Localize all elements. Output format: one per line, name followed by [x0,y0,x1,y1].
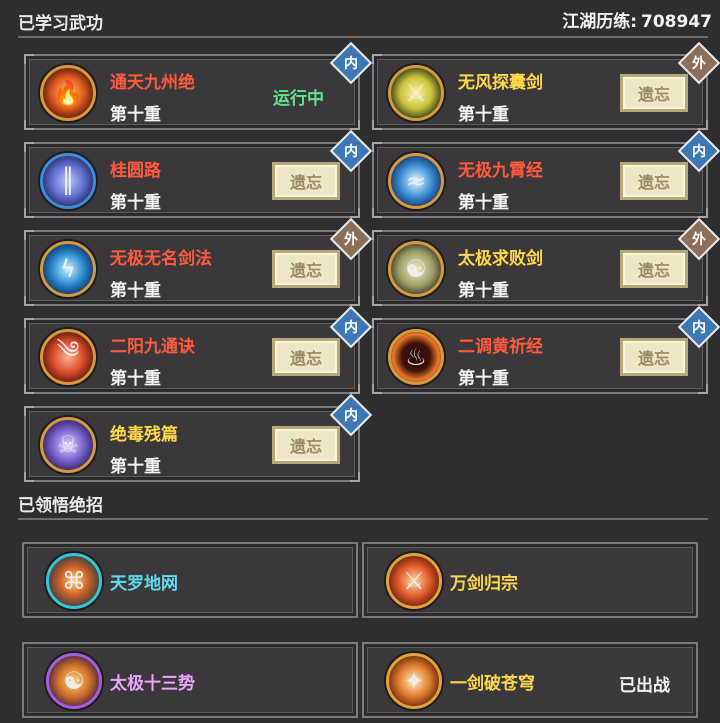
ultimates-title: 已领悟绝招 [18,496,103,516]
net-icon: ⌘ [46,553,102,609]
skill-name: 二调黄祈经 [458,337,543,357]
forget-button[interactable]: 遗忘 [272,426,340,464]
skill-name: 太极求败剑 [458,249,543,269]
divider [18,36,708,38]
lightning-icon: ϟ [40,241,96,297]
blade-burst-icon: ✦ [386,653,442,709]
skill-card[interactable]: ☠ 绝毒残篇 第十重 遗忘 内 [24,393,373,482]
header: 已学习武功 江湖历练: 708947 [0,0,720,34]
skill-card[interactable]: ༄ 二阳九通诀 第十重 遗忘 内 [24,305,373,394]
swords-icon: ⚔ [386,553,442,609]
forget-button[interactable]: 遗忘 [272,162,340,200]
beast-icon: ☠ [40,417,96,473]
skill-card[interactable]: ⚔ 无风探囊剑 第十重 遗忘 外 [372,41,720,130]
skill-level: 第十重 [110,281,161,301]
learned-skills-title: 已学习武功 [18,14,103,34]
exp-value: 708947 [641,12,712,32]
skill-card[interactable]: ☯ 太极求败剑 第十重 遗忘 外 [372,217,720,306]
forget-button[interactable]: 遗忘 [620,74,688,112]
skill-card[interactable]: ≈ 无极九霄经 第十重 遗忘 内 [372,129,720,218]
skill-level: 第十重 [110,193,161,213]
forget-button[interactable]: 遗忘 [272,338,340,376]
sword-icon: ⚔ [388,65,444,121]
skill-name: 无风探囊剑 [458,73,543,93]
ultimate-name: 万剑归宗 [450,574,518,594]
running-status: 运行中 [273,89,324,109]
ultimate-name: 一剑破苍穹 [450,674,535,694]
swirl-icon: ༄ [40,329,96,385]
skill-level: 第十重 [458,281,509,301]
ultimate-card[interactable]: ☯ 太极十三势 [22,642,358,718]
ultimate-name: 天罗地网 [110,574,178,594]
forget-button[interactable]: 遗忘 [272,250,340,288]
wave-icon: ≈ [388,153,444,209]
skill-card[interactable]: ║ 桂圆路 第十重 遗忘 内 [24,129,373,218]
skill-name: 通天九州绝 [110,73,195,93]
flame-icon: 🔥 [40,65,96,121]
skill-level: 第十重 [110,369,161,389]
skill-level: 第十重 [458,369,509,389]
ultimate-card[interactable]: ✦ 一剑破苍穹 已出战 [362,642,698,718]
skill-name: 桂圆路 [110,161,161,181]
skill-level: 第十重 [458,105,509,125]
divider [18,518,708,520]
skill-name: 绝毒残篇 [110,425,178,445]
skill-name: 无极无名剑法 [110,249,212,269]
yin-yang-icon: ☯ [46,653,102,709]
skill-card[interactable]: ♨ 二调黄祈经 第十重 遗忘 内 [372,305,720,394]
ultimate-card[interactable]: ⚔ 万剑归宗 [362,542,698,618]
fire-ring-icon: ♨ [388,329,444,385]
skill-level: 第十重 [110,457,161,477]
deployed-status: 已出战 [619,676,670,696]
inner-type-badge: 内 [329,41,373,85]
exp-label: 江湖历练: [562,12,638,32]
exp-display: 江湖历练: 708947 [562,7,712,32]
taiji-icon: ☯ [388,241,444,297]
skill-card[interactable]: ϟ 无极无名剑法 第十重 遗忘 外 [24,217,373,306]
forget-button[interactable]: 遗忘 [620,162,688,200]
forget-button[interactable]: 遗忘 [620,338,688,376]
ultimate-name: 太极十三势 [110,674,195,694]
skill-level: 第十重 [110,105,161,125]
ultimate-card[interactable]: ⌘ 天罗地网 [22,542,358,618]
forget-button[interactable]: 遗忘 [620,250,688,288]
skill-name: 二阳九通诀 [110,337,195,357]
pillar-icon: ║ [40,153,96,209]
skill-card[interactable]: 🔥 通天九州绝 第十重 运行中 内 [24,41,373,130]
skill-name: 无极九霄经 [458,161,543,181]
skill-level: 第十重 [458,193,509,213]
